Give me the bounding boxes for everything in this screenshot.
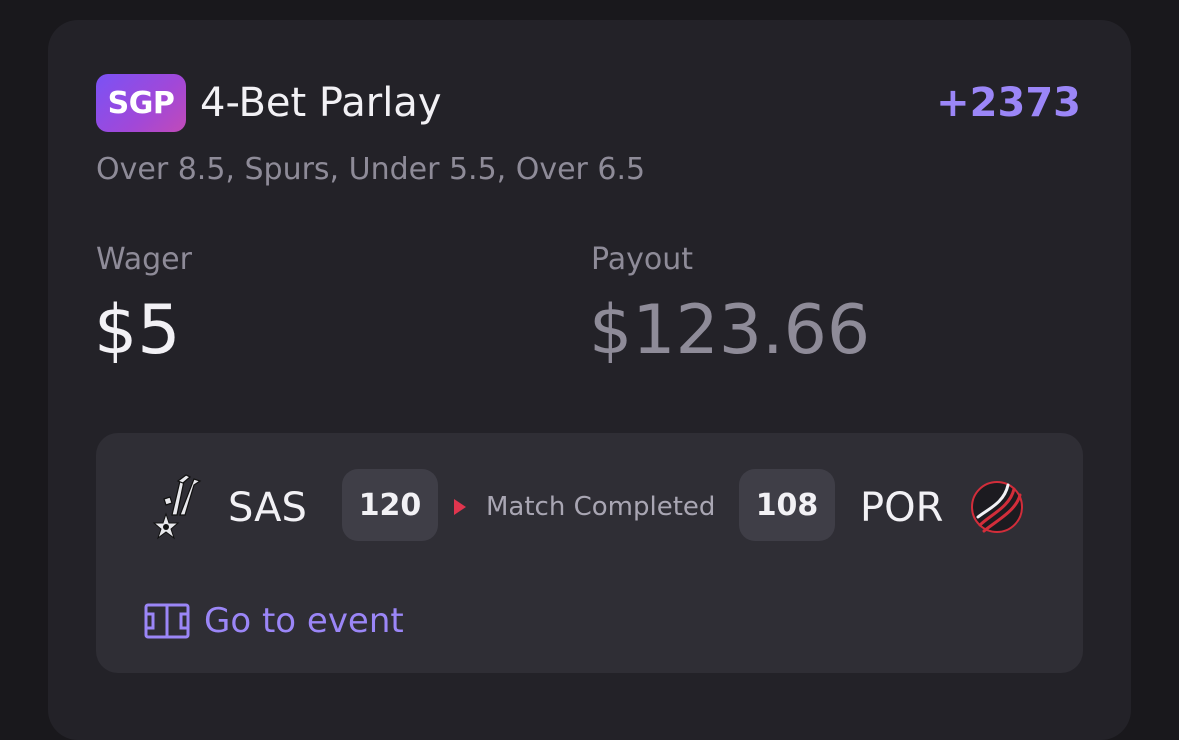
sgp-badge: SGP — [96, 74, 186, 132]
bet-legs: Over 8.5, Spurs, Under 5.5, Over 6.5 — [96, 152, 646, 187]
spurs-logo-icon — [152, 474, 202, 540]
away-team-abbr: POR — [860, 485, 944, 531]
home-team-abbr: SAS — [228, 485, 307, 531]
go-to-event-link[interactable]: Go to event — [144, 599, 404, 643]
bet-odds: +2373 — [936, 80, 1081, 126]
go-to-event-label: Go to event — [204, 601, 404, 641]
match-status-text: Match Completed — [486, 492, 716, 522]
bet-title: 4-Bet Parlay — [200, 80, 442, 126]
play-icon — [454, 499, 466, 515]
payout-value: $123.66 — [589, 291, 871, 370]
bet-card[interactable]: SGP 4-Bet Parlay +2373 Over 8.5, Spurs, … — [48, 20, 1131, 740]
home-score: 120 — [342, 469, 438, 541]
blazers-logo-icon — [971, 481, 1023, 533]
payout-label: Payout — [591, 242, 694, 277]
court-icon — [144, 603, 190, 639]
wager-label: Wager — [96, 242, 192, 277]
wager-value: $5 — [94, 291, 181, 370]
match-status: Match Completed — [454, 491, 715, 523]
away-score: 108 — [739, 469, 835, 541]
event-summary: SAS 120 Match Completed 108 POR Go to ev… — [96, 433, 1083, 673]
